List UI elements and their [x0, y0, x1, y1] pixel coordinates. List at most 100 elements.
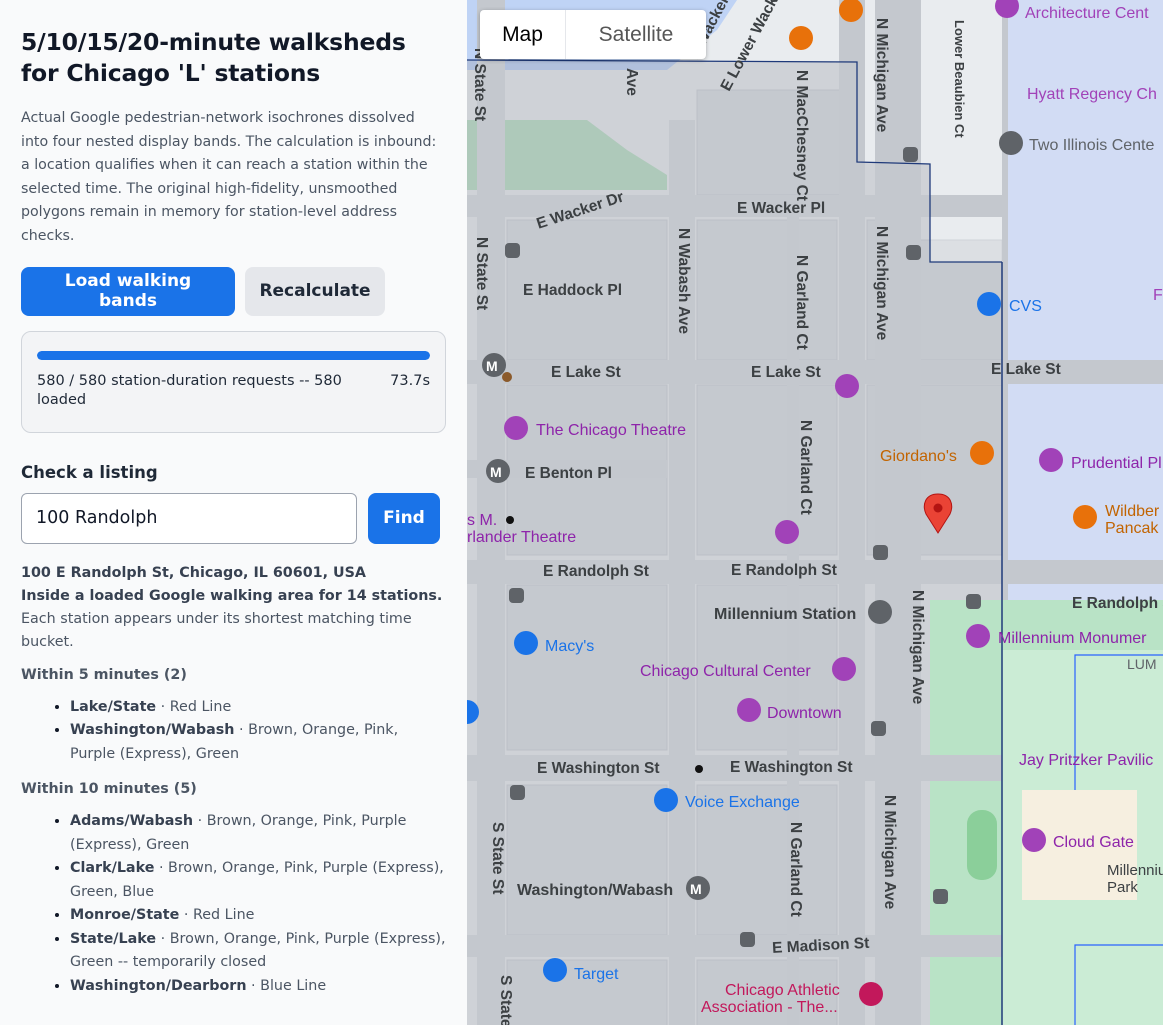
bus-icon[interactable] [510, 785, 525, 800]
page-title: 5/10/15/20-minute walksheds for Chicago … [21, 28, 406, 87]
bus-icon[interactable] [966, 594, 981, 609]
poi-label[interactable]: Cloud Gate [1053, 834, 1134, 851]
bus-icon[interactable] [505, 243, 520, 258]
street-label: E Lake St [991, 361, 1061, 378]
progress-bar-fill [37, 350, 430, 360]
map-type-map-button[interactable]: Map [480, 10, 566, 59]
poi-label[interactable]: CVS [1009, 298, 1042, 315]
poi-label[interactable]: Architecture Cent [1025, 5, 1149, 22]
poi-label[interactable]: Macy's [545, 638, 594, 655]
poi-label[interactable]: s M. [467, 512, 497, 529]
street-label: N MacChesney Ct [793, 70, 810, 201]
street-label: E Randolph St [731, 562, 837, 579]
museum-icon[interactable] [835, 374, 859, 398]
list-item: Washington/Wabash · Brown, Orange, Pink,… [70, 719, 446, 766]
station-name: Clark/Lake [70, 860, 155, 877]
map-type-toggle: Map Satellite [480, 10, 706, 59]
street-label: E Lake St [751, 364, 821, 381]
camera-icon[interactable] [1039, 448, 1063, 472]
map-view[interactable]: E Wacker Dr E Wacker Pl E Haddock Pl E L… [467, 0, 1163, 1025]
poi-label[interactable]: Two Illinois Cente [1029, 137, 1154, 154]
palette-icon[interactable] [832, 657, 856, 681]
map-canvas[interactable]: E Wacker Dr E Wacker Pl E Haddock Pl E L… [467, 0, 1163, 1025]
bus-icon[interactable] [933, 889, 948, 904]
listing-address-input[interactable] [21, 492, 357, 544]
place-marker-icon[interactable] [999, 131, 1023, 155]
poi-label[interactable]: Pancak [1105, 520, 1159, 537]
list-item: Monroe/State · Red Line [70, 904, 446, 928]
poi-label[interactable]: The Chicago Theatre [536, 422, 686, 439]
street-label: E Wacker Pl [737, 200, 825, 217]
list-item: Lake/State · Red Line [70, 696, 446, 720]
poi-label[interactable]: Target [574, 966, 619, 983]
poi-label[interactable]: Millennium Station [714, 606, 856, 623]
poi-label[interactable]: rlander Theatre [467, 529, 576, 546]
station-name: Washington/Wabash [70, 722, 235, 739]
map-type-satellite-button[interactable]: Satellite [566, 10, 706, 59]
monument-icon[interactable] [966, 624, 990, 648]
bus-icon[interactable] [906, 245, 921, 260]
street-label: Lower Beaubien Ct [952, 20, 967, 138]
gym-icon[interactable] [859, 982, 883, 1006]
street-label: N State St [473, 237, 490, 310]
station-lines: · Blue Line [246, 977, 327, 994]
theatre-icon[interactable] [504, 416, 528, 440]
shopping-icon[interactable] [514, 631, 538, 655]
poi-label[interactable]: Chicago Cultural Center [640, 663, 811, 680]
find-button[interactable]: Find [368, 492, 440, 544]
poi-label[interactable]: Millennium [1107, 862, 1163, 879]
result-note: Each station appears under its shortest … [21, 611, 412, 651]
street-label: E Benton Pl [525, 465, 612, 482]
shopping-icon[interactable] [543, 958, 567, 982]
poi-label[interactable]: Prudential Pl [1071, 455, 1162, 472]
poi-label[interactable]: Downtown [767, 705, 842, 722]
action-buttons: Load walking bands Recalculate [21, 266, 446, 316]
poi-label[interactable]: Hyatt Regency Ch [1027, 86, 1157, 103]
progress-card: 580 / 580 station-duration requests -- 5… [21, 330, 446, 433]
station-name: Monroe/State [70, 907, 180, 924]
street-label: N Michigan Ave [881, 795, 898, 910]
train-icon[interactable] [868, 600, 892, 624]
load-walking-bands-button[interactable]: Load walking bands [21, 266, 235, 316]
poi-label[interactable]: Jay Pritzker Pavilic [1019, 752, 1153, 769]
dollar-icon[interactable] [654, 788, 678, 812]
sidebar: 5/10/15/20-minute walksheds for Chicago … [0, 0, 467, 1025]
search-result: 100 E Randolph St, Chicago, IL 60601, US… [21, 562, 446, 655]
pharmacy-icon[interactable] [977, 292, 1001, 316]
list-item: Washington/Dearborn · Blue Line [70, 975, 446, 999]
bus-icon[interactable] [509, 588, 524, 603]
station-lines: · Red Line [156, 698, 232, 715]
station-name: Lake/State [70, 698, 157, 715]
restaurant-icon[interactable] [789, 26, 813, 50]
street-label: E Randolph St [1072, 595, 1163, 612]
street-label: N Michigan Ave [873, 226, 890, 341]
street-label: N Garland Ct [787, 822, 804, 917]
museum-icon[interactable] [775, 520, 799, 544]
restaurant-icon[interactable] [970, 441, 994, 465]
bus-icon[interactable] [871, 721, 886, 736]
poi-label[interactable]: Chicago Athletic [725, 982, 840, 999]
poi-label[interactable]: Voice Exchange [685, 794, 800, 811]
poi-label[interactable]: Park [1107, 879, 1138, 896]
station-name: Washington/Dearborn [70, 977, 247, 994]
recalculate-button[interactable]: Recalculate [245, 266, 385, 316]
camera-icon[interactable] [1022, 828, 1046, 852]
poi-label[interactable]: Giordano's [880, 448, 957, 465]
street-label: S State St [489, 822, 506, 894]
result-summary: Inside a loaded Google walking area for … [21, 587, 443, 604]
poi-label[interactable]: Washington/Wabash [517, 882, 673, 899]
camera-icon[interactable] [737, 698, 761, 722]
poi-label[interactable]: Association - The... [701, 999, 838, 1016]
listing-search: Find [21, 492, 446, 544]
bus-icon[interactable] [903, 147, 918, 162]
station-dot [506, 516, 514, 524]
street-label: N Garland Ct [797, 420, 814, 515]
poi-label[interactable]: Millennium Monumer [998, 630, 1147, 647]
poi-label[interactable]: Wildber [1105, 503, 1160, 520]
list-item: State/Lake · Brown, Orange, Pink, Purple… [70, 928, 446, 975]
restaurant-icon[interactable] [1073, 505, 1097, 529]
progress-elapsed: 73.7s [390, 372, 430, 389]
poi-label: LUM [1127, 656, 1157, 672]
bus-icon[interactable] [873, 545, 888, 560]
bus-icon[interactable] [740, 932, 755, 947]
